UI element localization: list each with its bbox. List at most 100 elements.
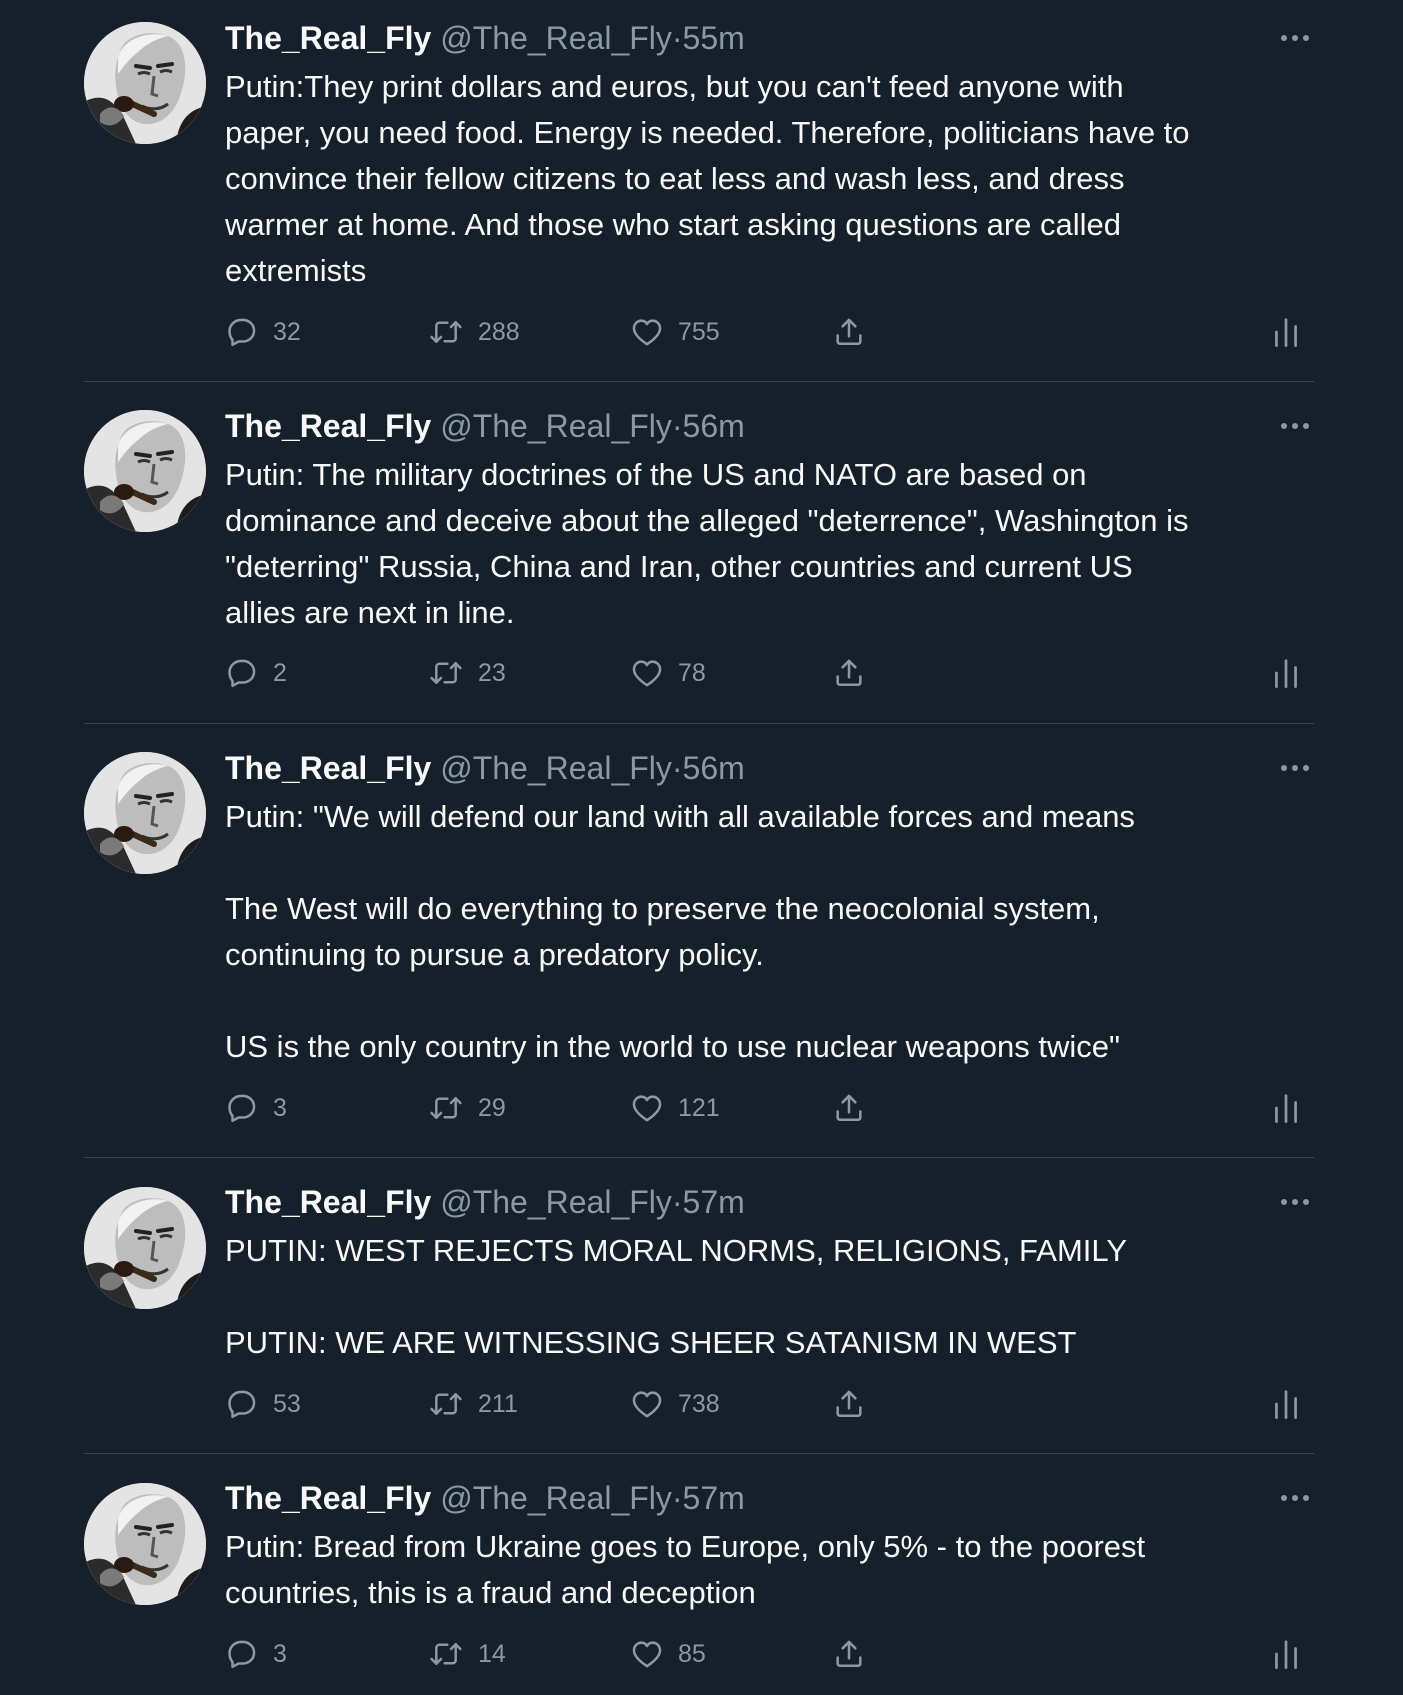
reply-icon bbox=[225, 1387, 259, 1421]
separator-dot: · bbox=[671, 1184, 683, 1220]
retweet-button[interactable]: 288 bbox=[428, 312, 520, 352]
like-count: 121 bbox=[678, 1093, 720, 1122]
timestamp[interactable]: 55m bbox=[683, 20, 745, 56]
tweet-paragraph: Putin: "We will defend our land with all… bbox=[225, 799, 1135, 834]
more-icon[interactable] bbox=[1278, 758, 1312, 778]
retweet-button[interactable]: 23 bbox=[428, 653, 506, 693]
tweet-paragraph: PUTIN: WEST REJECTS MORAL NORMS, RELIGIO… bbox=[225, 1233, 1127, 1268]
tweet-text: Putin: "We will defend our land with all… bbox=[225, 794, 1315, 1070]
avatar[interactable] bbox=[84, 22, 206, 144]
tweet-header: The_Real_Fly @The_Real_Fly·56m bbox=[225, 404, 1403, 448]
timestamp[interactable]: 56m bbox=[683, 750, 745, 786]
like-count: 738 bbox=[678, 1389, 720, 1418]
user-handle[interactable]: @The_Real_Fly bbox=[440, 20, 672, 56]
tweet-text: Putin: The military doctrines of the US … bbox=[225, 452, 1315, 636]
analytics-button[interactable] bbox=[1271, 312, 1301, 352]
like-count: 85 bbox=[678, 1639, 706, 1668]
reply-button[interactable]: 2 bbox=[225, 653, 287, 693]
retweet-button[interactable]: 29 bbox=[428, 1088, 506, 1128]
user-handle[interactable]: @The_Real_Fly bbox=[440, 750, 672, 786]
share-button[interactable] bbox=[832, 1088, 866, 1128]
share-icon bbox=[832, 1387, 866, 1421]
share-icon bbox=[832, 656, 866, 690]
reply-button[interactable]: 3 bbox=[225, 1634, 287, 1674]
timestamp[interactable]: 57m bbox=[683, 1480, 745, 1516]
display-name[interactable]: The_Real_Fly bbox=[225, 20, 431, 56]
analytics-button[interactable] bbox=[1271, 1384, 1301, 1424]
analytics-button[interactable] bbox=[1271, 1088, 1301, 1128]
like-button[interactable]: 755 bbox=[630, 312, 720, 352]
retweet-icon bbox=[428, 1637, 464, 1671]
tweet-actions: 32 288 755 bbox=[0, 312, 1403, 352]
like-icon bbox=[630, 1637, 664, 1671]
analytics-button[interactable] bbox=[1271, 1634, 1301, 1674]
reply-icon bbox=[225, 315, 259, 349]
tweet-header: The_Real_Fly @The_Real_Fly·56m bbox=[225, 746, 1403, 790]
retweet-icon bbox=[428, 656, 464, 690]
timeline: The_Real_Fly @The_Real_Fly·55m Putin:They… bbox=[0, 0, 1403, 1695]
tweet-divider bbox=[84, 381, 1314, 382]
share-button[interactable] bbox=[832, 653, 866, 693]
separator-dot: · bbox=[671, 750, 683, 786]
separator-dot: · bbox=[671, 408, 683, 444]
like-icon bbox=[630, 1091, 664, 1125]
tweet-paragraph: The West will do everything to preserve … bbox=[225, 891, 1100, 972]
retweet-icon bbox=[428, 315, 464, 349]
user-handle[interactable]: @The_Real_Fly bbox=[440, 1184, 672, 1220]
share-button[interactable] bbox=[832, 1634, 866, 1674]
avatar[interactable] bbox=[84, 1187, 206, 1309]
analytics-button[interactable] bbox=[1271, 653, 1301, 693]
share-button[interactable] bbox=[832, 312, 866, 352]
retweet-icon bbox=[428, 1387, 464, 1421]
tweet-paragraph: Putin: The military doctrines of the US … bbox=[225, 457, 1189, 630]
separator-dot: · bbox=[671, 1480, 683, 1516]
avatar[interactable] bbox=[84, 1483, 206, 1605]
tweet-text: PUTIN: WEST REJECTS MORAL NORMS, RELIGIO… bbox=[225, 1228, 1315, 1366]
reply-icon bbox=[225, 1091, 259, 1125]
retweet-count: 14 bbox=[478, 1639, 506, 1668]
retweet-count: 211 bbox=[478, 1389, 518, 1418]
tweet-actions: 53 211 738 bbox=[0, 1384, 1403, 1424]
reply-button[interactable]: 53 bbox=[225, 1384, 301, 1424]
more-icon[interactable] bbox=[1278, 1488, 1312, 1508]
more-icon[interactable] bbox=[1278, 416, 1312, 436]
like-button[interactable]: 738 bbox=[630, 1384, 720, 1424]
retweet-icon bbox=[428, 1091, 464, 1125]
like-button[interactable]: 78 bbox=[630, 653, 706, 693]
display-name[interactable]: The_Real_Fly bbox=[225, 750, 431, 786]
like-button[interactable]: 85 bbox=[630, 1634, 706, 1674]
retweet-count: 23 bbox=[478, 658, 506, 687]
user-handle[interactable]: @The_Real_Fly bbox=[440, 408, 672, 444]
analytics-icon bbox=[1271, 315, 1301, 349]
tweet-actions: 2 23 78 bbox=[0, 653, 1403, 693]
more-icon[interactable] bbox=[1278, 28, 1312, 48]
analytics-icon bbox=[1271, 1091, 1301, 1125]
display-name[interactable]: The_Real_Fly bbox=[225, 1480, 431, 1516]
share-button[interactable] bbox=[832, 1384, 866, 1424]
like-icon bbox=[630, 315, 664, 349]
reply-count: 3 bbox=[273, 1639, 287, 1668]
tweet-text: Putin: Bread from Ukraine goes to Europe… bbox=[225, 1524, 1315, 1616]
retweet-button[interactable]: 211 bbox=[428, 1384, 518, 1424]
display-name[interactable]: The_Real_Fly bbox=[225, 408, 431, 444]
avatar[interactable] bbox=[84, 410, 206, 532]
like-icon bbox=[630, 656, 664, 690]
more-icon[interactable] bbox=[1278, 1192, 1312, 1212]
display-name[interactable]: The_Real_Fly bbox=[225, 1184, 431, 1220]
tweet-header: The_Real_Fly @The_Real_Fly·57m bbox=[225, 1180, 1403, 1224]
tweet-text: Putin:They print dollars and euros, but … bbox=[225, 64, 1315, 294]
user-handle[interactable]: @The_Real_Fly bbox=[440, 1480, 672, 1516]
timestamp[interactable]: 56m bbox=[683, 408, 745, 444]
share-icon bbox=[832, 315, 866, 349]
tweet-paragraph: Putin: Bread from Ukraine goes to Europe… bbox=[225, 1529, 1146, 1610]
retweet-button[interactable]: 14 bbox=[428, 1634, 506, 1674]
tweet-divider bbox=[84, 1157, 1314, 1158]
avatar[interactable] bbox=[84, 752, 206, 874]
analytics-icon bbox=[1271, 1387, 1301, 1421]
timestamp[interactable]: 57m bbox=[683, 1184, 745, 1220]
reply-button[interactable]: 32 bbox=[225, 312, 301, 352]
like-button[interactable]: 121 bbox=[630, 1088, 720, 1128]
reply-button[interactable]: 3 bbox=[225, 1088, 287, 1128]
analytics-icon bbox=[1271, 1637, 1301, 1671]
tweet-actions: 3 29 121 bbox=[0, 1088, 1403, 1128]
